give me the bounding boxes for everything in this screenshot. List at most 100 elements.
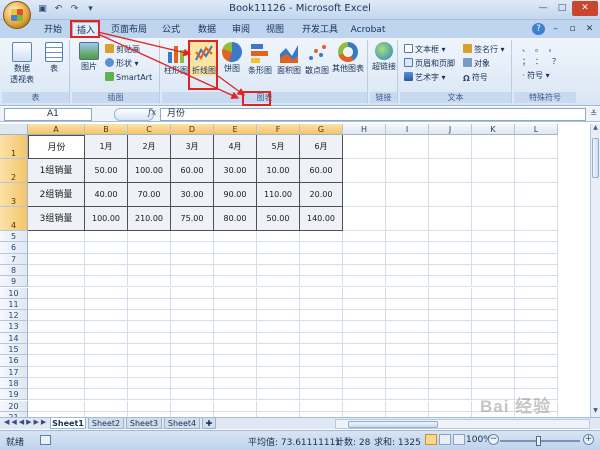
cell[interactable] xyxy=(85,298,128,311)
cell[interactable] xyxy=(343,242,386,254)
row-header-5[interactable]: 5 xyxy=(0,231,28,243)
textbox-button[interactable]: 文本框 ▾ xyxy=(404,44,446,55)
column-header-b[interactable]: B xyxy=(85,124,128,135)
tab-5[interactable]: 审阅 xyxy=(228,22,254,38)
cell[interactable] xyxy=(386,276,429,288)
cell[interactable] xyxy=(429,207,472,231)
cell[interactable] xyxy=(28,400,85,412)
horizontal-scroll-thumb[interactable] xyxy=(348,421,438,428)
cell[interactable] xyxy=(472,276,515,288)
cell[interactable] xyxy=(429,355,472,367)
cell[interactable] xyxy=(28,287,85,299)
row-header-12[interactable]: 12 xyxy=(0,310,28,322)
cell[interactable] xyxy=(171,377,214,390)
cell[interactable] xyxy=(128,231,171,243)
cell[interactable] xyxy=(28,355,85,367)
cell[interactable] xyxy=(343,253,386,265)
cell[interactable] xyxy=(386,355,429,367)
cell[interactable] xyxy=(85,332,128,344)
table-cell[interactable]: 2组销量 xyxy=(28,183,85,207)
cell[interactable] xyxy=(386,366,429,378)
column-header-e[interactable]: E xyxy=(214,124,257,135)
cell[interactable] xyxy=(386,344,429,356)
cell[interactable] xyxy=(386,298,429,311)
cell[interactable] xyxy=(128,389,171,401)
cell[interactable] xyxy=(85,377,128,390)
cell[interactable] xyxy=(429,135,472,159)
cell[interactable] xyxy=(128,242,171,254)
cell[interactable] xyxy=(472,159,515,183)
cell[interactable] xyxy=(300,389,343,401)
special-symbols-row-1[interactable]: 、。， xyxy=(522,43,565,54)
column-header-f[interactable]: F xyxy=(257,124,300,135)
cell[interactable] xyxy=(300,332,343,344)
cell[interactable] xyxy=(28,253,85,265)
cell[interactable] xyxy=(343,276,386,288)
cell[interactable] xyxy=(214,264,257,277)
cell[interactable] xyxy=(386,264,429,277)
table-cell[interactable]: 50.00 xyxy=(257,207,300,231)
cell[interactable] xyxy=(343,298,386,311)
help-icon[interactable]: ? xyxy=(532,23,545,35)
cell[interactable] xyxy=(214,310,257,322)
cell[interactable] xyxy=(429,400,472,412)
cell[interactable] xyxy=(343,366,386,378)
table-cell[interactable]: 1组销量 xyxy=(28,159,85,183)
cell[interactable] xyxy=(214,344,257,356)
sheet-tab-2[interactable]: Sheet2 xyxy=(88,418,124,429)
cell[interactable] xyxy=(85,264,128,277)
cell[interactable] xyxy=(214,276,257,288)
cell[interactable] xyxy=(429,231,472,243)
cell[interactable] xyxy=(472,310,515,322)
cell[interactable] xyxy=(386,310,429,322)
new-sheet-icon[interactable]: ✚ xyxy=(202,418,216,429)
picture-button[interactable]: 图片 xyxy=(76,42,102,72)
table-header-cell[interactable]: 3月 xyxy=(171,135,214,159)
cell[interactable] xyxy=(386,287,429,299)
tab-6[interactable]: 视图 xyxy=(262,22,288,38)
cell[interactable] xyxy=(257,231,300,243)
cell[interactable] xyxy=(85,253,128,265)
cell[interactable] xyxy=(300,400,343,412)
horizontal-scrollbar[interactable] xyxy=(335,419,590,429)
cell[interactable] xyxy=(85,231,128,243)
cell[interactable] xyxy=(343,332,386,344)
sheet-tab-4[interactable]: Sheet4 xyxy=(164,418,200,429)
table-cell[interactable]: 100.00 xyxy=(128,159,171,183)
cell[interactable] xyxy=(300,321,343,333)
cell[interactable] xyxy=(28,276,85,288)
table-header-cell[interactable]: 6月 xyxy=(300,135,343,159)
cell[interactable] xyxy=(386,400,429,412)
row-header-14[interactable]: 14 xyxy=(0,332,28,344)
cell[interactable] xyxy=(214,377,257,390)
cell[interactable] xyxy=(343,400,386,412)
table-cell[interactable]: 50.00 xyxy=(85,159,128,183)
cell[interactable] xyxy=(128,276,171,288)
cell[interactable] xyxy=(171,298,214,311)
cell[interactable] xyxy=(85,366,128,378)
cell[interactable] xyxy=(515,264,558,277)
cell[interactable] xyxy=(386,207,429,231)
vertical-scrollbar[interactable]: ▲ ▼ xyxy=(590,124,600,417)
cell[interactable] xyxy=(257,344,300,356)
cell[interactable] xyxy=(171,231,214,243)
table-cell[interactable]: 40.00 xyxy=(85,183,128,207)
cell[interactable] xyxy=(85,344,128,356)
cell[interactable] xyxy=(171,400,214,412)
other-chart-button[interactable]: 其他图表 xyxy=(331,42,365,74)
cell[interactable] xyxy=(257,298,300,311)
tab-3[interactable]: 公式 xyxy=(158,22,184,38)
cell[interactable] xyxy=(343,207,386,231)
table-cell[interactable]: 210.00 xyxy=(128,207,171,231)
cell[interactable] xyxy=(28,231,85,243)
page-layout-view-icon[interactable] xyxy=(439,434,451,445)
cell[interactable] xyxy=(257,310,300,322)
cell[interactable] xyxy=(472,253,515,265)
cell[interactable] xyxy=(515,377,558,390)
header-footer-button[interactable]: 页眉和页脚 xyxy=(404,58,455,69)
cell[interactable] xyxy=(472,355,515,367)
cell[interactable] xyxy=(300,377,343,390)
cell[interactable] xyxy=(472,332,515,344)
line-chart-button[interactable]: 折线图 xyxy=(190,42,218,76)
cell[interactable] xyxy=(171,344,214,356)
